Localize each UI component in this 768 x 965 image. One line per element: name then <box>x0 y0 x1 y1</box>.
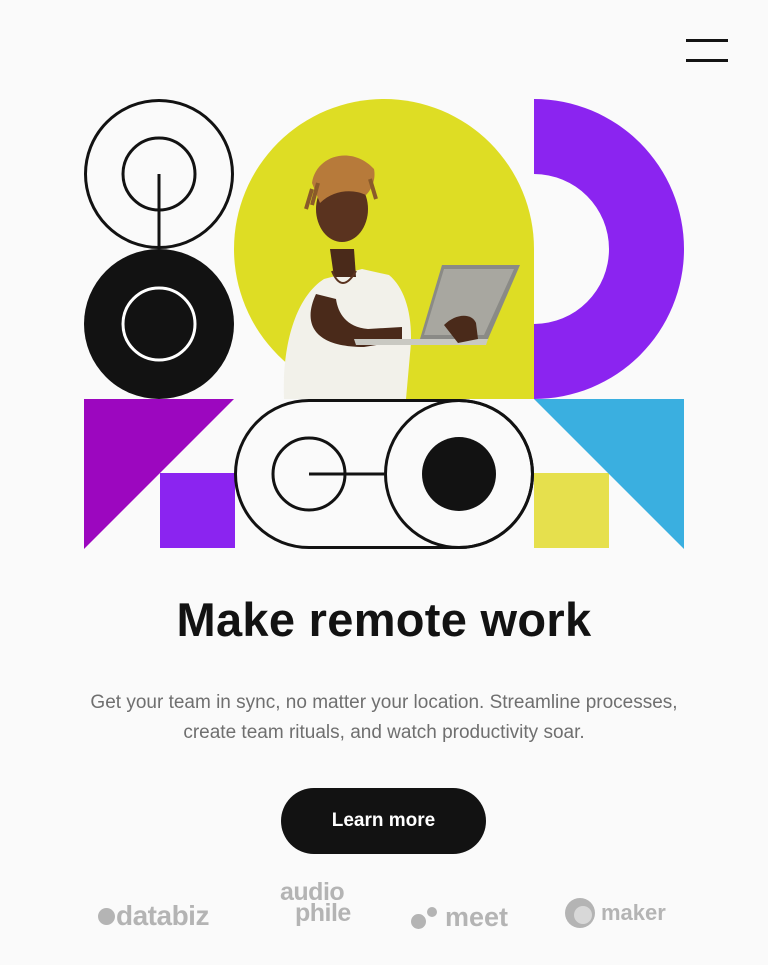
black-circle-shape <box>84 249 234 399</box>
yellow-square-shape <box>534 473 609 548</box>
pill-outline-shape <box>234 399 534 549</box>
meet-dots-icon <box>411 905 439 931</box>
audiophile-logo-line2: phile <box>295 899 351 927</box>
databiz-logo: databiz <box>98 900 209 932</box>
client-logos: databiz audio phile meet maker <box>0 878 768 938</box>
violet-half-ring-shape <box>534 99 684 399</box>
meet-logo-text: meet <box>445 902 509 932</box>
databiz-dot-icon <box>98 907 115 925</box>
maker-circle-icon <box>565 898 595 928</box>
hamburger-icon-line-bottom <box>686 59 728 62</box>
menu-button[interactable] <box>685 38 729 66</box>
maker-logo: maker <box>565 898 666 930</box>
hero-description: Get your team in sync, no matter your lo… <box>90 692 678 743</box>
databiz-logo-text: databiz <box>116 900 209 931</box>
hamburger-icon-line-top <box>686 39 728 42</box>
outline-circle-shape <box>84 99 234 249</box>
violet-square-shape <box>160 473 235 548</box>
photo-arch <box>234 99 534 399</box>
page-title: Make remote work <box>176 593 592 646</box>
meet-logo: meet <box>411 902 508 932</box>
hero-illustration <box>84 99 684 549</box>
audiophile-logo: audio phile <box>280 880 351 927</box>
learn-more-button[interactable]: Learn more <box>281 788 486 854</box>
maker-logo-text: maker <box>601 900 666 925</box>
